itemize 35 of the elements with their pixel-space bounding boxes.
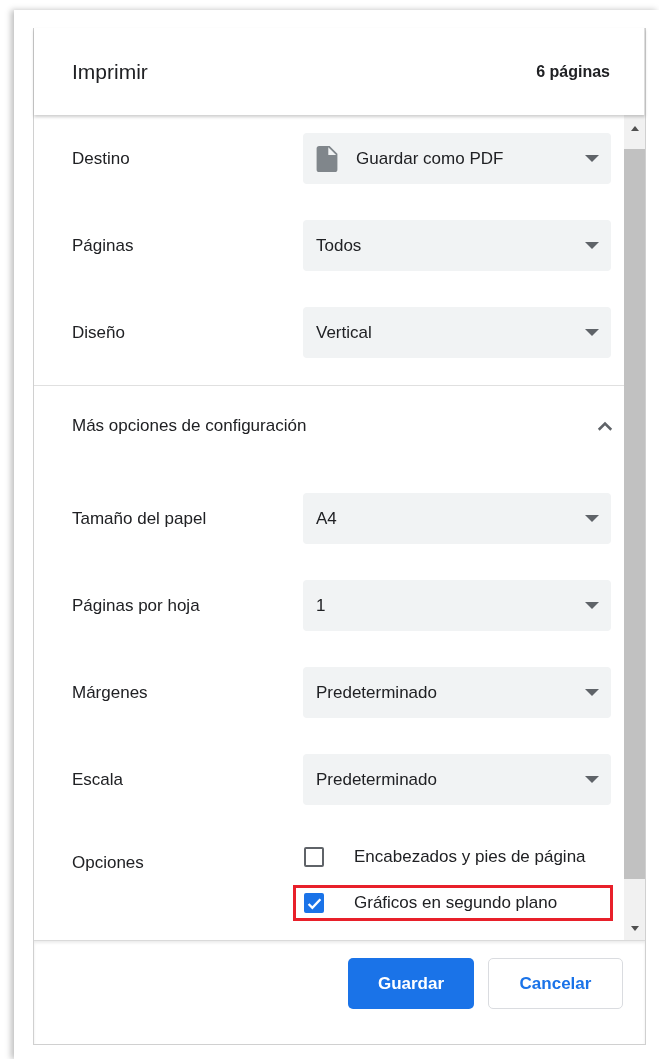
setting-label: Opciones <box>72 852 145 874</box>
scroll-up-icon[interactable] <box>629 125 640 131</box>
dropdown[interactable]: A4 <box>303 493 611 544</box>
checkbox-label: Gráficos en segundo plano <box>354 892 558 914</box>
save-button[interactable]: Guardar <box>348 958 474 1009</box>
scroll-down-icon[interactable] <box>629 926 640 932</box>
checkbox[interactable] <box>304 893 324 913</box>
caret-icon <box>585 776 599 783</box>
cancel-button[interactable]: Cancelar <box>488 958 623 1009</box>
caret-icon <box>585 689 599 696</box>
dropdown[interactable]: 1 <box>303 580 611 631</box>
setting-label: Tamaño del papel <box>72 508 208 529</box>
checkbox[interactable] <box>304 847 324 867</box>
page-count: 6 páginas <box>536 62 610 81</box>
setting-label: Diseño <box>72 322 126 343</box>
setting-label: Márgenes <box>72 682 149 703</box>
setting-label: Páginas por hoja <box>72 595 201 616</box>
dropdown[interactable]: Todos <box>303 220 611 271</box>
setting-label: Páginas <box>72 235 135 256</box>
dropdown[interactable]: Predeterminado <box>303 667 611 718</box>
caret-icon <box>585 242 599 249</box>
caret-icon <box>585 155 599 162</box>
check-icon <box>306 896 322 910</box>
document-icon <box>316 145 338 172</box>
dropdown[interactable]: Predeterminado <box>303 754 611 805</box>
setting-label: Destino <box>72 148 131 169</box>
more-settings-toggle[interactable]: Más opciones de configuración <box>34 386 624 466</box>
caret-icon <box>585 515 599 522</box>
dropdown[interactable]: Guardar como PDF <box>303 133 611 184</box>
setting-label: Escala <box>72 769 125 790</box>
caret-icon <box>585 602 599 609</box>
dropdown[interactable]: Vertical <box>303 307 611 358</box>
dialog-title: Imprimir <box>72 59 148 84</box>
checkbox-label: Encabezados y pies de página <box>354 846 586 868</box>
caret-icon <box>585 329 599 336</box>
